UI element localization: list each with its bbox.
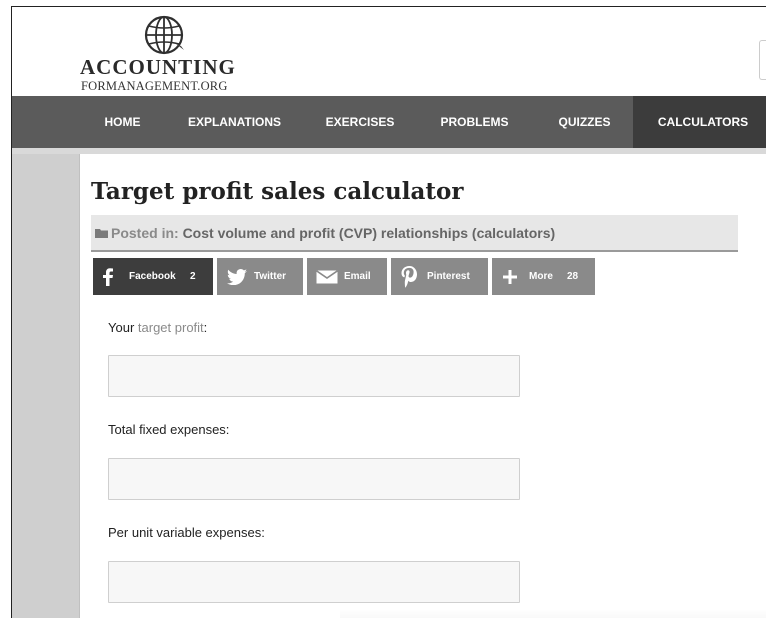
target-profit-label: Your target profit: [108,320,208,335]
pinterest-icon [401,258,417,295]
pinterest-share-button[interactable]: Pinterest [391,258,488,295]
target-profit-input[interactable] [108,355,520,397]
folder-icon [95,229,108,238]
facebook-share-label: Facebook [129,271,176,282]
site-logo[interactable]: ACCOUNTING FORMANAGEMENT.ORG [80,12,260,94]
globe-icon [144,15,184,55]
target-profit-link[interactable]: target profit [138,320,204,335]
nav-item-quizzes[interactable]: QUIZZES [542,96,627,148]
fixed-expenses-input[interactable] [108,458,520,500]
twitter-share-button[interactable]: Twitter [217,258,303,295]
facebook-share-button[interactable]: Facebook 2 [93,258,213,295]
page-title: Target profit sales calculator [91,178,464,205]
email-share-label: Email [344,271,371,282]
search-input[interactable] [759,40,766,80]
nav-item-home[interactable]: HOME [80,96,165,148]
logo-subtitle: FORMANAGEMENT.ORG [81,79,228,93]
fixed-expenses-label: Total fixed expenses: [108,422,230,437]
more-share-button[interactable]: More 28 [492,258,595,295]
email-share-button[interactable]: Email [307,258,387,295]
site-header: ACCOUNTING FORMANAGEMENT.ORG [12,7,766,96]
nav-item-explanations[interactable]: EXPLANATIONS [177,96,292,148]
email-icon [316,258,338,295]
pinterest-share-label: Pinterest [427,271,470,282]
logo-wordmark: ACCOUNTING [80,55,236,79]
facebook-icon [102,258,114,295]
twitter-icon [227,258,247,295]
nav-item-calculators[interactable]: CALCULATORS [633,96,766,148]
variable-expenses-input[interactable] [108,561,520,603]
nav-item-exercises[interactable]: EXERCISES [315,96,405,148]
variable-expenses-label: Per unit variable expenses: [108,525,265,540]
browser-viewport: ACCOUNTING FORMANAGEMENT.ORG HOME EXPLAN… [11,6,766,618]
main-content: Target profit sales calculator Posted in… [80,154,766,618]
left-sidebar [12,154,80,618]
more-share-label: More [529,271,553,282]
plus-icon [503,258,517,295]
nav-item-problems[interactable]: PROBLEMS [427,96,522,148]
twitter-share-label: Twitter [254,271,287,282]
posted-in-bar: Posted in: Cost volume and profit (CVP) … [91,215,738,252]
category-link[interactable]: Cost volume and profit (CVP) relationshi… [183,225,556,241]
facebook-share-count: 2 [190,271,196,282]
posted-in-prefix: Posted in: [111,225,179,241]
more-share-count: 28 [567,271,579,282]
main-nav: HOME EXPLANATIONS EXERCISES PROBLEMS QUI… [12,96,766,148]
